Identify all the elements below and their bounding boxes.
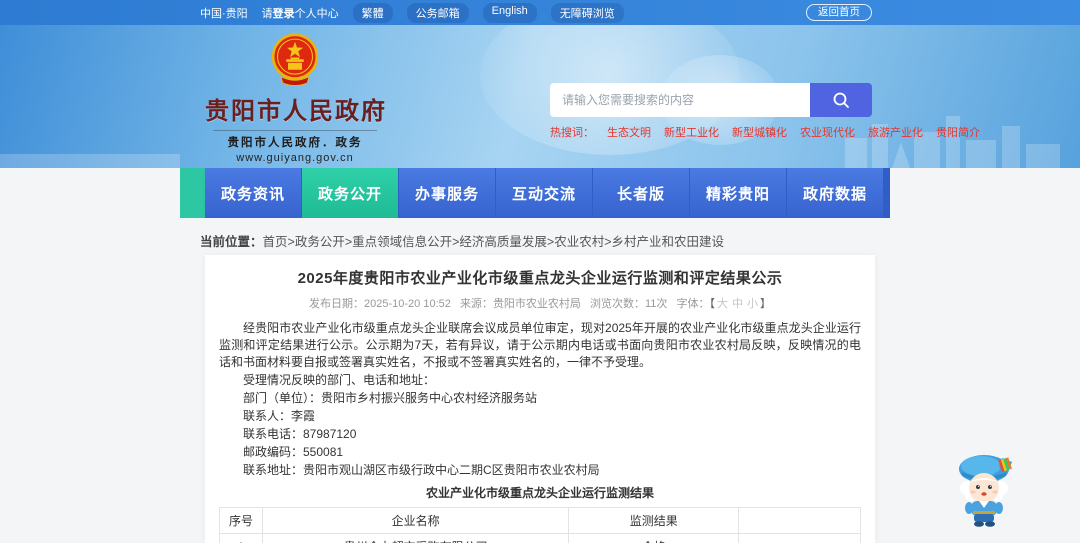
topbar-pills: 繁體 公务邮箱 English 无障碍浏览: [352, 2, 624, 23]
source-label: 来源：: [459, 298, 493, 310]
search-zone: 热搜词： 生态文明新型工业化新型城镇化农业现代化旅游产业化贵阳简介: [550, 83, 980, 140]
city-silhouette: [0, 154, 180, 168]
breadcrumb-label: 当前位置：: [200, 235, 263, 249]
hot-search-label: 热搜词：: [550, 127, 594, 139]
topbar-pill-link[interactable]: 繁體: [352, 2, 393, 23]
region-link[interactable]: 中国·贵阳: [200, 5, 248, 21]
table-header-cell: 序号: [219, 507, 263, 534]
search-input[interactable]: [550, 83, 810, 117]
table-cell: 1: [219, 533, 263, 543]
font-size-label: 字体：: [676, 298, 710, 310]
nav-item[interactable]: 互动交流: [496, 168, 592, 218]
table-header-cell: 企业名称: [261, 507, 570, 534]
hot-search-word[interactable]: 贵阳简介: [936, 124, 980, 140]
mascot-assistant[interactable]: [950, 448, 1020, 533]
table-header-cell: 监测结果: [568, 507, 740, 534]
hot-search-word[interactable]: 旅游产业化: [868, 124, 923, 140]
table-cell: 贵州合力超市采购有限公司: [261, 533, 570, 543]
article-title: 2025年度贵阳市农业产业化市级重点龙头企业运行监测和评定结果公示: [297, 270, 783, 287]
hot-search-row: 热搜词： 生态文明 新型工业化 新型城镇化 农业现代化 旅游产业化 贵阳简介: [550, 124, 980, 140]
source: 贵阳市农业农村局: [492, 298, 581, 310]
article-paragraph: 联系电话：87987120: [243, 427, 357, 441]
page: 中国·贵阳 请登录个人中心 繁體公务邮箱 English 无障碍浏览 返回首页: [0, 0, 1080, 543]
site-subtitle: 贵阳市人民政府．政务: [227, 137, 363, 149]
site-header: 贵阳市人民政府 贵阳市人民政府．政务 www.guiyang.gov.cn 热搜…: [0, 25, 1080, 168]
nav-item[interactable]: 政务公开: [302, 168, 398, 218]
table-header-row: 序号 企业名称 监测结果: [219, 507, 861, 534]
hot-search-word[interactable]: 新型城镇化: [732, 124, 787, 140]
monitor-result-table: 序号企业名称监测结果 1贵州合力超市采购有限公司合格2贵州友禾种业有限公司合格3…: [219, 507, 861, 543]
site-url: www.guiyang.gov.cn: [236, 152, 354, 164]
nav-item[interactable]: 政府数据: [787, 168, 883, 218]
font-size-option[interactable]: 小: [747, 298, 758, 310]
nav-item[interactable]: 长者版: [593, 168, 689, 218]
table-body: 1贵州合力超市采购有限公司合格2贵州友禾种业有限公司合格3贵州松果鲜农产品有限公…: [219, 533, 861, 543]
national-emblem-icon: [271, 33, 319, 86]
hot-search-word[interactable]: 农业现代化: [800, 124, 855, 140]
table-cell: [738, 533, 861, 543]
article-body: 经贵阳市农业产业化市级重点龙头企业联席会议成员单位审定，现对2025年开展的农业…: [219, 320, 861, 479]
table-header-cell: [738, 507, 861, 534]
article-paragraph: 经贵阳市农业产业化市级重点龙头企业联席会议成员单位审定，现对2025年开展的农业…: [219, 321, 861, 369]
hot-search-word[interactable]: 新型工业化: [664, 124, 719, 140]
article-paragraph: 联系人：李霞: [243, 409, 316, 423]
search-icon: [833, 92, 849, 108]
nav-item[interactable]: 精彩贵阳: [690, 168, 786, 218]
topbar-pill-link[interactable]: 公务邮箱: [406, 2, 469, 23]
city-silhouette: [892, 142, 910, 168]
article-paragraph: 部门（单位）：贵阳市乡村振兴服务中心农村经济服务站: [243, 391, 538, 405]
font-size-option[interactable]: 中: [732, 298, 743, 310]
article-paragraph: 联系地址：贵阳市观山湖区市级行政中心二期C区贵阳市农业农村局: [243, 463, 600, 477]
city-silhouette: [966, 140, 996, 168]
table-cell: 合格: [568, 533, 740, 543]
breadcrumb: 当前位置：首页>政务公开>重点领域信息公开>经济高质量发展>农业农村>乡村产业和…: [200, 231, 724, 250]
font-size-option[interactable]: 大: [717, 298, 728, 310]
city-silhouette: [845, 138, 867, 168]
site-title: 贵阳市人民政府: [205, 98, 387, 125]
nav-item[interactable]: 政务资讯: [205, 168, 301, 218]
hot-search-word[interactable]: 生态文明: [607, 124, 651, 140]
font-size-options: 大中小: [715, 298, 760, 310]
nav-item[interactable]: 办事服务: [399, 168, 495, 218]
top-utility-bar: 中国·贵阳 请登录个人中心 繁體 公务邮箱 English 无障碍浏览 返回首页: [0, 0, 1080, 25]
logo-divider: [213, 130, 377, 131]
site-logo[interactable]: 贵阳市人民政府 贵阳市人民政府．政务 www.guiyang.gov.cn: [205, 33, 385, 164]
topbar-pill-link[interactable]: 无障碍浏览: [550, 2, 624, 23]
font-size-control: 【大中小】: [709, 298, 771, 310]
topbar-pill-link[interactable]: English: [482, 2, 537, 23]
back-to-home-button[interactable]: 返回首页: [806, 4, 872, 21]
article-paragraph: 邮政编码：550081: [243, 445, 344, 459]
views: 11次: [645, 298, 668, 310]
hot-search-words: 生态文明 新型工业化 新型城镇化 农业现代化 旅游产业化 贵阳简介: [607, 124, 980, 140]
article-card: 2025年度贵阳市农业产业化市级重点龙头企业运行监测和评定结果公示 发布日期：2…: [205, 255, 875, 543]
article-paragraph: 受理情况反映的部门、电话和地址：: [243, 373, 436, 387]
search-button[interactable]: [810, 83, 872, 117]
login-link[interactable]: 请登录个人中心: [262, 5, 339, 21]
table-row: 1贵州合力超市采购有限公司合格: [219, 533, 861, 543]
main-nav: 政务资讯 政务公开 办事服务 互动交流 长者版 精彩贵阳 政府数据: [180, 168, 890, 218]
publish-date-label: 发布日期：: [309, 298, 365, 310]
views-label: 浏览次数：: [590, 298, 645, 310]
breadcrumb-path[interactable]: 首页>政务公开>重点领域信息公开>经济高质量发展>农业农村>乡村产业和农田建设: [263, 235, 725, 249]
city-silhouette: [1026, 144, 1060, 168]
article-meta: 发布日期：2025-10-20 10:52 来源：贵阳市农业农村局 浏览次数：1…: [219, 295, 861, 311]
table-title: 农业产业化市级重点龙头企业运行监测结果: [425, 486, 654, 500]
city-silhouette: [1002, 126, 1020, 168]
publish-date: 2025-10-20 10:52: [364, 298, 451, 310]
mascot-icon: [959, 455, 1012, 527]
